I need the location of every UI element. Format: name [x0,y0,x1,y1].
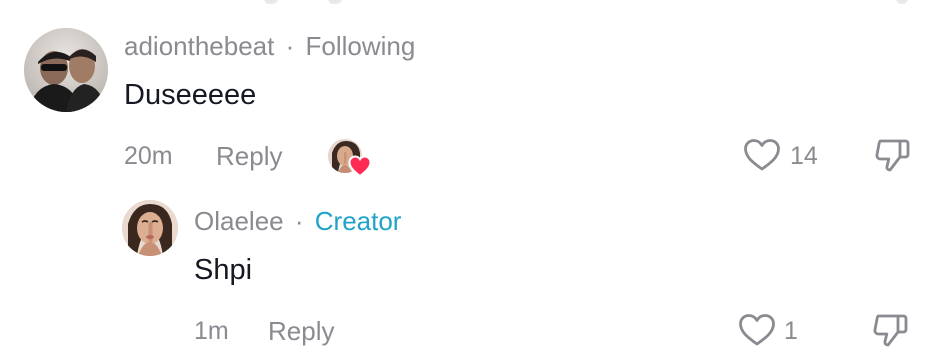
dislike-button[interactable] [872,312,910,348]
like-button[interactable] [743,138,781,172]
comment-timestamp: 20m [124,142,173,170]
separator-dot: · [294,206,304,236]
dislike-button[interactable] [874,137,912,173]
following-label: Following [305,31,416,61]
username-link[interactable]: Olaelee [194,206,284,236]
reply-button[interactable]: Reply [216,141,282,171]
thumbs-down-icon [873,314,908,347]
like-button[interactable] [738,313,776,347]
separator-dot: · [285,31,295,61]
heart-outline-icon [744,139,780,171]
avatar[interactable] [122,200,178,256]
reply-button[interactable]: Reply [268,316,334,346]
username-link[interactable]: adionthebeat [124,31,274,61]
comment-text: Duseeeee [124,79,257,111]
comment-text: Shpi [194,254,253,286]
red-heart-icon [348,155,372,177]
avatar[interactable] [24,28,108,112]
thumbs-down-icon [875,139,910,172]
previous-content-fragment [0,0,947,8]
creator-liked-badge [328,139,372,177]
comment-timestamp: 1m [194,317,229,345]
heart-outline-icon [739,314,775,346]
like-count: 1 [784,317,798,345]
comment-header: Olaelee · Creator [194,206,401,236]
creator-label: Creator [314,206,402,236]
like-count: 14 [790,142,818,170]
comment-header: adionthebeat · Following [124,31,415,61]
